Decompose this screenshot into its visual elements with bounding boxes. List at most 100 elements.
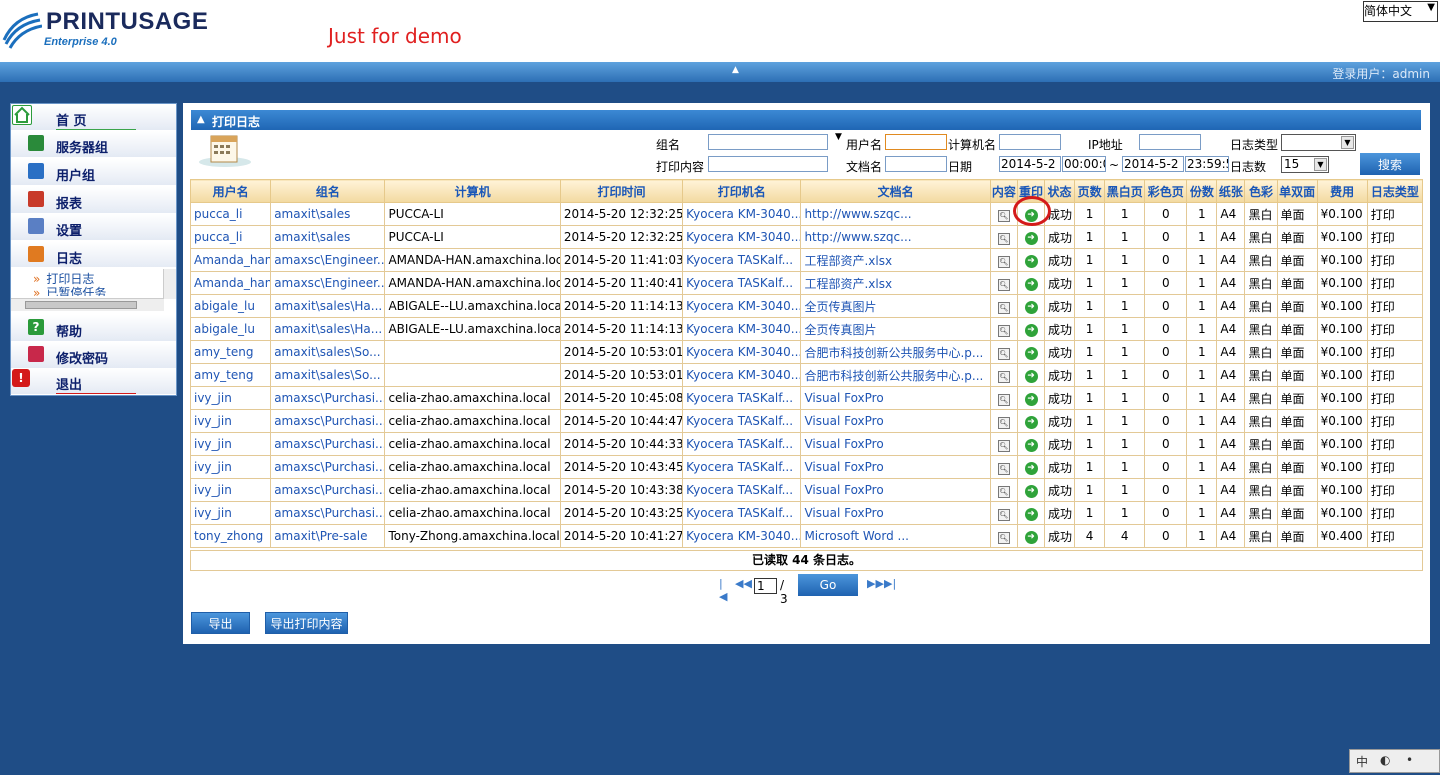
- cell-group[interactable]: amaxsc\Purchasi...: [270, 386, 386, 410]
- view-content-icon[interactable]: 🔍︎: [997, 232, 1010, 245]
- user-input[interactable]: [885, 134, 947, 150]
- log-count-select[interactable]: 15 ▼: [1281, 156, 1329, 173]
- ime-moon-icon[interactable]: ◐: [1380, 753, 1390, 767]
- reprint-icon[interactable]: ➜: [1024, 416, 1038, 429]
- cell-document[interactable]: Visual FoxPro: [800, 478, 991, 502]
- ime-punctuation-icon[interactable]: •: [1406, 753, 1413, 767]
- sidebar-item-report[interactable]: 报表: [11, 187, 176, 213]
- cell-printer[interactable]: Kyocera KM-3040...: [682, 317, 802, 341]
- cell-group[interactable]: amaxsc\Engineer...: [270, 248, 386, 272]
- cell-printer[interactable]: Kyocera TASKalf...: [682, 248, 802, 272]
- column-header-cost[interactable]: 费用: [1316, 179, 1368, 203]
- column-header-paper[interactable]: 纸张: [1216, 179, 1246, 203]
- cell-user[interactable]: tony_zhong: [189, 524, 272, 548]
- cell-printer[interactable]: Kyocera KM-3040...: [682, 363, 802, 387]
- column-header-status[interactable]: 状态: [1044, 179, 1076, 203]
- cell-document[interactable]: Visual FoxPro: [800, 386, 991, 410]
- docname-input[interactable]: [885, 156, 947, 172]
- cell-document[interactable]: 全页传真图片: [800, 317, 991, 341]
- column-header-color-mode[interactable]: 色彩: [1244, 179, 1278, 203]
- column-header-print-time[interactable]: 打印时间: [559, 179, 684, 203]
- cell-document[interactable]: Visual FoxPro: [800, 409, 991, 433]
- sidebar-item-user-group[interactable]: 用户组: [11, 159, 176, 185]
- cell-document[interactable]: Visual FoxPro: [800, 455, 991, 479]
- cell-user[interactable]: ivy_jin: [189, 386, 272, 410]
- first-page-icon[interactable]: |◀: [719, 577, 727, 603]
- scrollbar-thumb[interactable]: [25, 301, 137, 309]
- view-content-icon[interactable]: 🔍︎: [997, 462, 1010, 475]
- log-type-select[interactable]: ▼: [1281, 134, 1356, 151]
- cell-user[interactable]: abigale_lu: [189, 294, 272, 318]
- view-content-icon[interactable]: 🔍︎: [997, 531, 1010, 544]
- column-header-computer[interactable]: 计算机: [384, 179, 561, 203]
- sidebar-item-settings[interactable]: 设置: [11, 214, 176, 240]
- reprint-icon[interactable]: ➜: [1024, 301, 1038, 314]
- cell-group[interactable]: amaxit\sales\Ha...: [270, 294, 386, 318]
- column-header-log-type[interactable]: 日志类型: [1366, 179, 1424, 203]
- column-header-pages[interactable]: 页数: [1074, 179, 1106, 203]
- cell-user[interactable]: amy_teng: [189, 340, 272, 364]
- page-number-input[interactable]: 1: [754, 578, 777, 594]
- column-header-color-pages[interactable]: 彩色页: [1144, 179, 1188, 203]
- cell-document[interactable]: Visual FoxPro: [800, 432, 991, 456]
- reprint-icon[interactable]: ➜: [1024, 347, 1038, 360]
- submenu-item-paused-jobs[interactable]: » 已暂停任务: [33, 284, 106, 296]
- sidebar-item-change-password[interactable]: 修改密码: [11, 342, 176, 368]
- reprint-icon[interactable]: ➜: [1024, 232, 1038, 245]
- cell-document[interactable]: http://www.szqc...: [800, 225, 991, 249]
- cell-user[interactable]: pucca_li: [189, 202, 272, 226]
- column-header-group[interactable]: 组名: [270, 179, 386, 203]
- sidebar-item-log[interactable]: 日志: [11, 242, 176, 268]
- sidebar-item-help[interactable]: ? 帮助: [11, 315, 176, 341]
- last-page-icon[interactable]: ▶|: [884, 577, 896, 590]
- collapse-header-icon[interactable]: ▲: [732, 65, 739, 75]
- reprint-icon[interactable]: ➜: [1024, 531, 1038, 544]
- cell-group[interactable]: amaxit\Pre-sale: [270, 524, 386, 548]
- cell-printer[interactable]: Kyocera TASKalf...: [682, 409, 802, 433]
- cell-printer[interactable]: Kyocera KM-3040...: [682, 202, 802, 226]
- cell-document[interactable]: 合肥市科技创新公共服务中心.p...: [800, 340, 991, 364]
- date-to-input[interactable]: 2014-5-2: [1122, 156, 1184, 172]
- view-content-icon[interactable]: 🔍︎: [997, 485, 1010, 498]
- cell-user[interactable]: Amanda_han: [189, 271, 272, 295]
- view-content-icon[interactable]: 🔍︎: [997, 439, 1010, 452]
- cell-printer[interactable]: Kyocera TASKalf...: [682, 478, 802, 502]
- column-header-user[interactable]: 用户名: [189, 179, 272, 203]
- cell-group[interactable]: amaxit\sales: [270, 202, 386, 226]
- ime-chinese-icon[interactable]: 中: [1356, 753, 1368, 770]
- cell-user[interactable]: ivy_jin: [189, 455, 272, 479]
- group-dropdown-icon[interactable]: ▼: [835, 132, 842, 142]
- time-to-input[interactable]: 23:59:5: [1185, 156, 1229, 172]
- view-content-icon[interactable]: 🔍︎: [997, 508, 1010, 521]
- column-header-copies[interactable]: 份数: [1186, 179, 1218, 203]
- cell-printer[interactable]: Kyocera TASKalf...: [682, 386, 802, 410]
- cell-user[interactable]: abigale_lu: [189, 317, 272, 341]
- column-header-printer[interactable]: 打印机名: [682, 179, 802, 203]
- date-from-input[interactable]: 2014-5-2: [999, 156, 1061, 172]
- cell-user[interactable]: ivy_jin: [189, 409, 272, 433]
- view-content-icon[interactable]: 🔍︎: [997, 301, 1010, 314]
- cell-group[interactable]: amaxit\sales: [270, 225, 386, 249]
- view-content-icon[interactable]: 🔍︎: [997, 347, 1010, 360]
- reprint-icon[interactable]: ➜: [1024, 439, 1038, 452]
- sidebar-item-server-group[interactable]: 服务器组: [11, 131, 176, 157]
- cell-printer[interactable]: Kyocera TASKalf...: [682, 501, 802, 525]
- sidebar-item-logout[interactable]: ! 退出: [11, 368, 176, 394]
- cell-group[interactable]: amaxsc\Purchasi...: [270, 501, 386, 525]
- cell-document[interactable]: 合肥市科技创新公共服务中心.p...: [800, 363, 991, 387]
- cell-group[interactable]: amaxsc\Purchasi...: [270, 432, 386, 456]
- sidebar-item-home[interactable]: 首 页: [11, 104, 176, 130]
- reprint-icon[interactable]: ➜: [1024, 462, 1038, 475]
- cell-document[interactable]: http://www.szqc...: [800, 202, 991, 226]
- ip-input[interactable]: [1139, 134, 1201, 150]
- go-button[interactable]: Go: [798, 574, 858, 596]
- cell-printer[interactable]: Kyocera TASKalf...: [682, 455, 802, 479]
- cell-group[interactable]: amaxsc\Engineer...: [270, 271, 386, 295]
- computer-input[interactable]: [999, 134, 1061, 150]
- view-content-icon[interactable]: 🔍︎: [997, 324, 1010, 337]
- cell-printer[interactable]: Kyocera TASKalf...: [682, 271, 802, 295]
- cell-user[interactable]: Amanda_han: [189, 248, 272, 272]
- reprint-icon[interactable]: ➜: [1024, 393, 1038, 406]
- export-content-button[interactable]: 导出打印内容: [265, 612, 348, 634]
- reprint-icon[interactable]: ➜: [1024, 278, 1038, 291]
